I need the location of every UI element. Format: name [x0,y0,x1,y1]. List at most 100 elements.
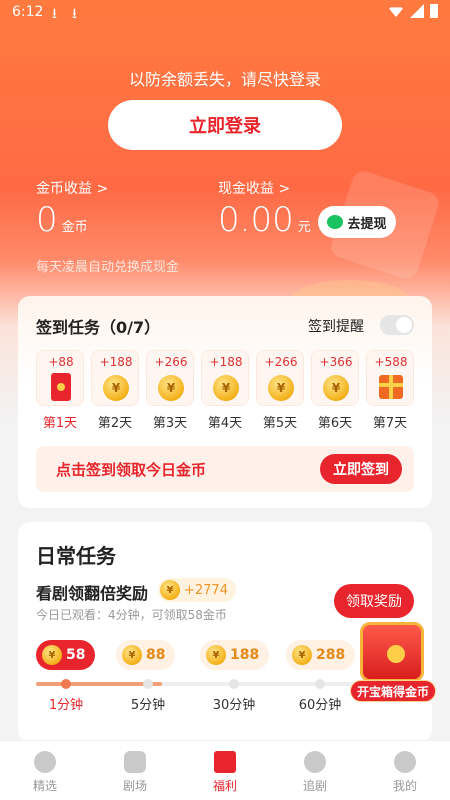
signin-day[interactable]: +188 ¥ 第2天 [91,350,139,431]
cash-earnings-value: 0.00 元 [218,200,311,240]
tab-label: 我的 [392,779,417,793]
coin-earnings-link[interactable]: 金币收益 > [36,178,108,198]
signin-day[interactable]: +188 ¥ 第4天 [201,350,249,431]
signin-day[interactable]: +266 ¥ 第5天 [256,350,304,431]
tab-profile[interactable]: 我的 [360,741,450,800]
day-label: 第4天 [207,416,243,431]
red-packet-icon [51,373,71,401]
coin-icon: ¥ [323,375,349,401]
coin-earnings-value: 0 金币 [36,200,88,240]
day-label: 第5天 [262,416,298,431]
coin-icon: ¥ [158,375,184,401]
day-label: 第6天 [317,416,353,431]
day-amount: +88 [48,355,74,369]
signin-day[interactable]: +88 第1天 [36,350,84,431]
download-icon: ⭳ [52,6,57,22]
status-time: 6:12 [12,4,44,20]
treasure-label: 开宝箱得金币 [350,680,436,702]
day-label: 第7天 [372,416,408,431]
progress-dot [143,679,153,689]
tab-featured[interactable]: 精选 [0,741,90,800]
signal-icon [410,4,424,18]
day-box: +266 ¥ [146,350,194,406]
cash-unit: 元 [297,220,311,235]
day-box: +366 ¥ [311,350,359,406]
tab-label: 精选 [32,779,57,793]
tick-label: 30分钟 [212,698,256,713]
withdraw-button[interactable]: 去提现 [318,206,396,238]
task-title: 看剧领翻倍奖励 [36,584,149,603]
download-icon: ⭳ [72,6,77,22]
reward-value: 58 [66,647,86,663]
coin-icon: ¥ [160,580,180,600]
signin-bar-text: 点击签到领取今日金币 [56,461,207,479]
coin-icon: ¥ [292,645,312,665]
day-amount: +588 [374,355,408,369]
tab-welfare[interactable]: 福利 [180,741,270,800]
day-amount: +266 [264,355,298,369]
cash-earnings-link[interactable]: 现金收益 > [218,178,290,198]
day-amount: +188 [99,355,133,369]
reward-pill[interactable]: ¥ 88 [116,640,176,670]
coin-icon: ¥ [268,375,294,401]
login-hint: 以防余额丢失，请尽快登录 [128,70,321,89]
cash-value: 0.00 [218,200,294,240]
reward-pill[interactable]: ¥ 288 [286,640,356,670]
play-icon [34,751,56,773]
progress-track [36,679,396,689]
coin-icon: ¥ [206,645,226,665]
day-box: +188 ¥ [201,350,249,406]
progress-dot [61,679,71,689]
treasure-chest-icon [360,622,424,682]
tick-label: 1分钟 [48,698,84,713]
login-button[interactable]: 立即登录 [108,100,342,150]
reward-value: 188 [230,647,260,663]
coin-icon: ¥ [42,645,62,665]
day-box: +588 [366,350,414,406]
tab-following[interactable]: 追剧 [270,741,360,800]
reminder-toggle[interactable] [380,315,414,335]
day-box: +88 [36,350,84,406]
day-label: 第1天 [42,416,78,431]
treasure-chest-button[interactable]: 开宝箱得金币 [350,622,436,708]
signin-day[interactable]: +588 第7天 [366,350,414,431]
task-bonus-value: +2774 [184,582,228,598]
claim-reward-button[interactable]: 领取奖励 [334,584,414,618]
signin-bar: 点击签到领取今日金币 立即签到 [36,446,414,492]
task-bonus-badge: ¥ +2774 [158,578,236,602]
day-box: +188 ¥ [91,350,139,406]
reward-pill[interactable]: ¥ 188 [200,640,270,670]
play-icon [387,645,405,663]
daily-title: 日常任务 [36,544,116,568]
tick-label: 60分钟 [298,698,342,713]
signin-title: 签到任务（0/7） [36,318,161,337]
progress-dot [229,679,239,689]
toggle-knob [396,317,412,333]
day-label: 第2天 [97,416,133,431]
signin-day[interactable]: +366 ¥ 第6天 [311,350,359,431]
tab-theater[interactable]: 剧场 [90,741,180,800]
status-icons [388,4,438,18]
red-packet-icon [214,751,236,773]
signin-button[interactable]: 立即签到 [320,454,402,484]
withdraw-label: 去提现 [347,216,387,232]
reward-value: 288 [316,647,346,663]
reminder-label: 签到提醒 [308,319,364,335]
progress-dot [315,679,325,689]
day-label: 第3天 [152,416,188,431]
coin-unit: 金币 [61,220,88,235]
bottom-tab-bar: 精选 剧场 福利 追剧 我的 [0,740,450,800]
wifi-icon [388,7,404,17]
coin-icon: ¥ [103,375,129,401]
coin-icon: ¥ [122,645,142,665]
tv-icon [124,751,146,773]
task-subtitle: 今日已观看：4分钟，可领取58金币 [36,608,227,622]
status-bar: 6:12 ⭳ ⭳ [0,0,450,26]
tab-label: 追剧 [302,779,327,793]
day-amount: +266 [154,355,188,369]
gift-icon [379,375,403,399]
day-amount: +366 [319,355,353,369]
reward-pill[interactable]: ¥ 58 [36,640,96,670]
signin-day[interactable]: +266 ¥ 第3天 [146,350,194,431]
day-amount: +188 [209,355,243,369]
